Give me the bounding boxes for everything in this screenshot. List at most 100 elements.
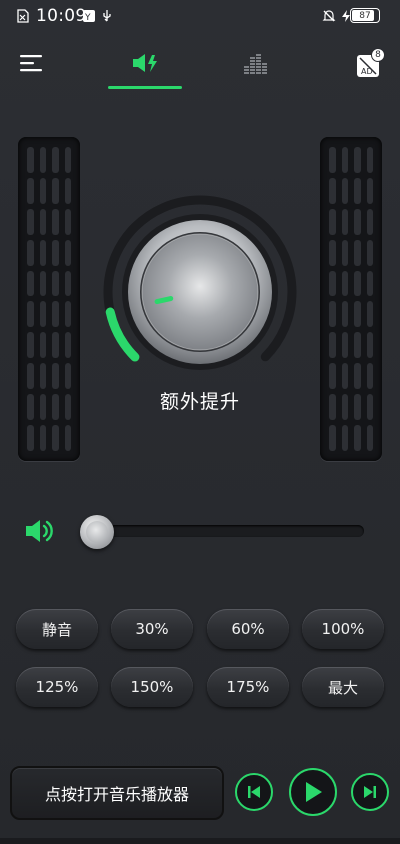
preset-175-button[interactable]: 175% [207,667,289,707]
grill-slot [27,425,34,451]
volume-icon[interactable] [24,517,54,545]
battery-level: 87 [359,10,371,21]
boost-title: 额外提升 [159,391,240,413]
previous-track-button[interactable] [235,773,273,811]
grill-slot [27,301,34,328]
grill-slot [354,208,361,235]
previous-icon [248,786,260,798]
grill-slot [64,270,71,297]
grill-slot [64,239,71,266]
grill-slot [354,177,361,204]
grill-slot [64,363,71,390]
grill-slot [39,332,46,359]
preset-150-button[interactable]: 150% [111,667,193,707]
grill-slot [64,208,71,235]
usb-icon [103,10,111,22]
grill-slot [52,147,59,173]
play-button[interactable] [289,768,337,816]
grill-slot [52,177,59,204]
battery-indicator: 87 [350,8,380,23]
preset-mute-button[interactable]: 静音 [16,609,98,649]
volume-slider-track[interactable] [84,525,364,537]
grill-slot [354,270,361,297]
grill-slot [64,332,71,359]
grill-slot [341,301,348,328]
grill-slot [39,147,46,173]
grill-slot [27,270,34,297]
ad-count-badge: 8 [371,48,385,62]
grill-slot [27,239,34,266]
knob-pointer [154,296,174,305]
menu-icon[interactable] [20,54,42,72]
grill-slot [39,363,46,390]
grill-slot [52,270,59,297]
grill-slot [329,301,336,328]
grill-slot [366,147,373,173]
preset-30-button[interactable]: 30% [111,609,193,649]
grill-slot [64,425,71,451]
grill-slot [52,332,59,359]
grill-slot [329,363,336,390]
grill-slot [52,363,59,390]
next-track-button[interactable] [351,773,389,811]
status-bar: 10:09 Y 87 [0,0,400,34]
grill-slot [341,239,348,266]
grill-slot [52,239,59,266]
grill-slot [27,147,34,173]
grill-slot [39,425,46,451]
grill-slot [39,208,46,235]
app-notification-icon: Y [83,10,95,23]
preset-max-button[interactable]: 最大 [302,667,384,707]
grill-slot [27,332,34,359]
grill-slot [52,425,59,451]
grill-slot [354,239,361,266]
grill-slot [52,301,59,328]
equalizer-icon [244,54,267,74]
grill-slot [27,363,34,390]
grill-slot [354,147,361,173]
grill-slot [329,147,336,173]
tab-volume-boost[interactable] [108,42,182,90]
grill-slot [329,208,336,235]
grill-slot [366,239,373,266]
grill-slot [39,270,46,297]
preset-125-button[interactable]: 125% [16,667,98,707]
volume-boost-icon [133,54,157,72]
grill-slot [366,301,373,328]
grill-slot [64,177,71,204]
active-tab-indicator [108,86,182,89]
grill-slot [366,425,373,451]
grill-slot [354,301,361,328]
grill-slot [366,270,373,297]
sim-icon [17,9,29,23]
grill-slot [27,208,34,235]
grill-slot [354,425,361,451]
grill-slot [366,177,373,204]
tab-equalizer[interactable] [230,42,282,90]
grill-slot [39,301,46,328]
grill-slot [39,177,46,204]
grill-slot [341,147,348,173]
knob-face [142,234,258,350]
grill-slot [354,332,361,359]
open-music-player-button[interactable]: 点按打开音乐播放器 [10,766,224,820]
grill-slot [329,270,336,297]
grill-slot [354,363,361,390]
grill-slot [366,332,373,359]
grill-slot [52,208,59,235]
volume-slider-thumb[interactable] [80,515,114,549]
clock: 10:09 [36,6,87,26]
preset-100-button[interactable]: 100% [302,609,384,649]
grill-slot [27,177,34,204]
grill-slot [329,177,336,204]
remove-ads-button[interactable]: AD 8 [356,48,386,80]
grill-slot [39,239,46,266]
grill-slot [341,270,348,297]
top-navigation: AD 8 [0,42,400,90]
preset-60-button[interactable]: 60% [207,609,289,649]
grill-slot [366,208,373,235]
grill-slot [329,239,336,266]
grill-slot [366,363,373,390]
boost-knob[interactable] [100,192,300,392]
grill-slot [341,363,348,390]
